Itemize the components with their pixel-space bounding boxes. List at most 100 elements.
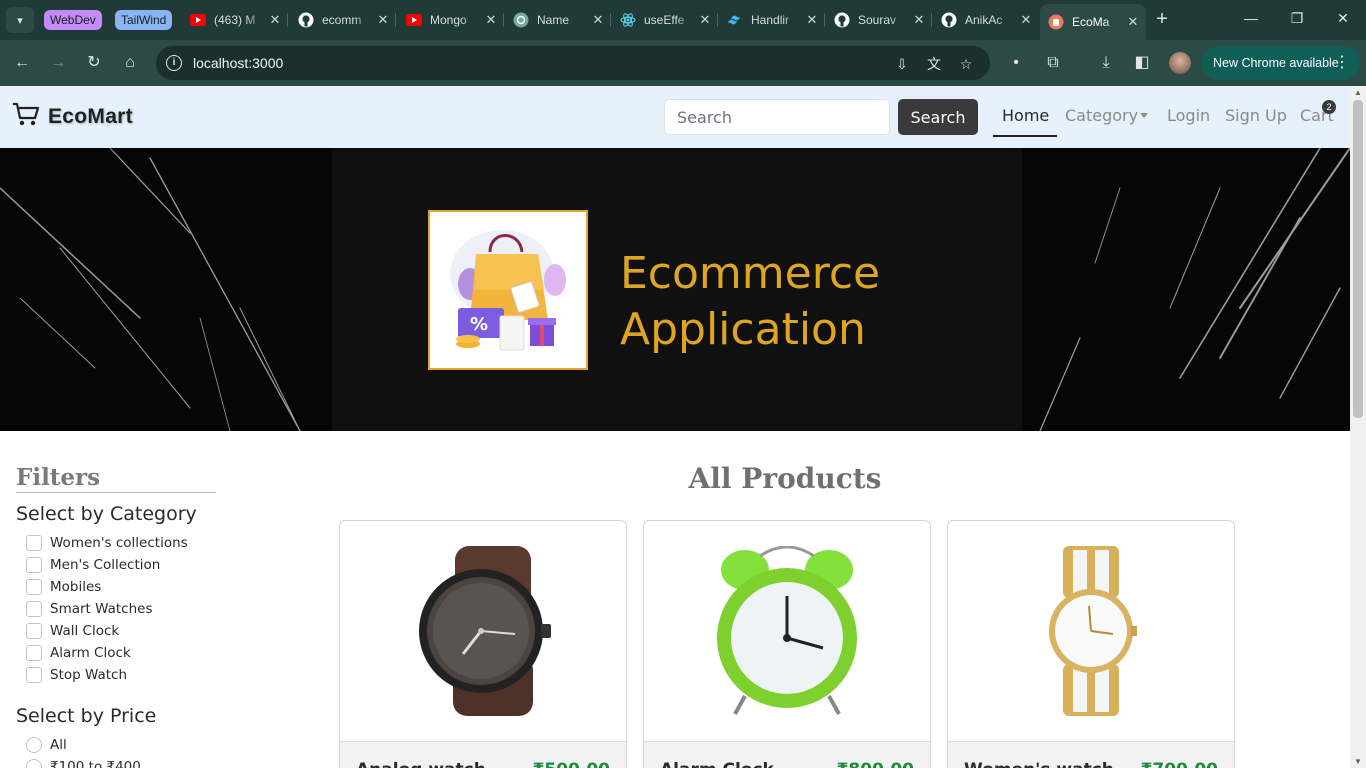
close-tab-icon[interactable]: ✕ (1124, 14, 1142, 30)
wristwatch-icon (419, 546, 551, 716)
browser-tab[interactable]: AnikAc ✕ (933, 6, 1039, 34)
site-info-icon[interactable]: i (166, 55, 182, 71)
close-tab-icon[interactable]: ✕ (1017, 12, 1035, 28)
product-image[interactable] (948, 521, 1234, 741)
home-icon[interactable]: ⌂ (118, 51, 142, 75)
price-option-100-400[interactable]: ₹100 to ₹400 (26, 759, 141, 768)
tab-group-webdev[interactable]: WebDev (44, 10, 102, 30)
checkbox[interactable] (26, 557, 42, 573)
price-option-all[interactable]: All (26, 737, 67, 753)
checkbox[interactable] (26, 579, 42, 595)
update-chrome-button[interactable]: New Chrome available ⋮ (1202, 46, 1360, 80)
browser-tab-active[interactable]: EcoMa ✕ (1040, 4, 1146, 40)
scrollbar-thumb[interactable] (1353, 100, 1363, 418)
scroll-up-arrow-icon[interactable]: ▲ (1354, 88, 1362, 97)
close-tab-icon[interactable]: ✕ (266, 12, 284, 28)
product-card[interactable]: Women's watch ₹700.00 (947, 520, 1235, 768)
browser-tab[interactable]: useEffe ✕ (612, 6, 718, 34)
product-card[interactable]: Alarm Clock ₹800.00 (643, 520, 931, 768)
category-option-label: Smart Watches (50, 601, 153, 617)
forward-arrow-icon[interactable]: → (46, 51, 70, 75)
reload-icon[interactable]: ↻ (82, 51, 106, 75)
browser-tab[interactable]: Name ✕ (505, 6, 611, 34)
close-window-button[interactable]: ✕ (1333, 10, 1353, 27)
browser-tab[interactable]: Sourav ✕ (826, 6, 932, 34)
banner-line-1: Ecommerce (620, 248, 881, 299)
category-option-label: Alarm Clock (50, 645, 131, 661)
checkbox[interactable] (26, 535, 42, 551)
close-tab-icon[interactable]: ✕ (589, 12, 607, 28)
minimize-window-button[interactable]: — (1241, 10, 1261, 26)
browser-tab[interactable]: Handlir ✕ (719, 6, 825, 34)
downloads-icon[interactable]: ⤓ (1094, 51, 1118, 75)
product-price: ₹700.00 (1141, 760, 1218, 768)
svg-text:%: % (470, 314, 488, 335)
chevron-down-icon: ▾ (17, 14, 23, 27)
banner-line-2: Application (620, 304, 866, 355)
kebab-menu-icon[interactable]: ⋮ (1334, 46, 1350, 80)
checkbox[interactable] (26, 645, 42, 661)
checkbox[interactable] (26, 667, 42, 683)
tab-title: EcoMa (1072, 15, 1110, 29)
product-card-footer: Alarm Clock ₹800.00 (644, 741, 930, 768)
category-option-label: Men's Collection (50, 557, 161, 573)
product-card-footer: Women's watch ₹700.00 (948, 741, 1234, 768)
extension-pin-icon[interactable]: • (1004, 51, 1028, 75)
category-option-mens[interactable]: Men's Collection (26, 557, 160, 573)
product-image[interactable] (644, 521, 930, 741)
category-option-mobiles[interactable]: Mobiles (26, 579, 101, 595)
category-option-wall-clock[interactable]: Wall Clock (26, 623, 119, 639)
checkbox[interactable] (26, 623, 42, 639)
translate-icon[interactable]: 文 (925, 55, 943, 73)
browser-tab[interactable]: ecomm ✕ (290, 6, 396, 34)
profile-avatar[interactable] (1169, 52, 1191, 74)
category-option-womens[interactable]: Women's collections (26, 535, 188, 551)
back-arrow-icon[interactable]: ← (10, 51, 34, 75)
category-option-smart-watches[interactable]: Smart Watches (26, 601, 153, 617)
plus-icon: + (1156, 8, 1168, 30)
close-tab-icon[interactable]: ✕ (696, 12, 714, 28)
browser-tab[interactable]: Mongo ✕ (398, 6, 504, 34)
category-option-label: Stop Watch (50, 667, 128, 683)
close-tab-icon[interactable]: ✕ (482, 12, 500, 28)
search-button[interactable]: Search (898, 99, 978, 135)
update-label: New Chrome available (1213, 56, 1339, 70)
checkbox[interactable] (26, 601, 42, 617)
product-price: ₹500.00 (533, 760, 610, 768)
browser-tab[interactable]: (463) M ✕ (182, 6, 288, 34)
nav-home-link[interactable]: Home (1002, 106, 1049, 125)
product-card[interactable]: Analog watch ₹500.00 (339, 520, 627, 768)
extensions-puzzle-icon[interactable]: ⧉ (1041, 51, 1065, 75)
page-scrollbar[interactable]: ▲ ▼ (1350, 86, 1366, 768)
bookmark-star-icon[interactable]: ☆ (957, 55, 975, 73)
new-tab-button[interactable]: + (1150, 8, 1174, 32)
tab-group-tailwind[interactable]: TailWind (115, 10, 173, 30)
product-image[interactable] (340, 521, 626, 741)
nav-category-label: Category (1065, 106, 1139, 125)
tab-title: Name (537, 13, 570, 27)
tab-title: Sourav (858, 13, 897, 27)
radio-button[interactable] (26, 759, 42, 768)
close-tab-icon[interactable]: ✕ (910, 12, 928, 28)
restore-window-button[interactable]: ❐ (1287, 10, 1307, 27)
youtube-icon (190, 12, 206, 28)
address-url[interactable]: localhost:3000 (193, 55, 283, 71)
nav-category-dropdown[interactable]: Category (1065, 106, 1149, 125)
scroll-down-arrow-icon[interactable]: ▼ (1354, 757, 1362, 766)
close-tab-icon[interactable]: ✕ (803, 12, 821, 28)
tab-search-button[interactable]: ▾ (6, 7, 34, 33)
install-app-icon[interactable]: ⇩ (893, 55, 911, 73)
nav-signup-link[interactable]: Sign Up (1225, 106, 1287, 125)
brand-link[interactable]: EcoMart (12, 101, 133, 132)
side-panel-icon[interactable]: ◧ (1130, 51, 1154, 75)
address-bar[interactable]: i localhost:3000 ⇩ 文 ☆ (156, 46, 990, 80)
category-option-alarm-clock[interactable]: Alarm Clock (26, 645, 131, 661)
radio-button[interactable] (26, 737, 42, 753)
price-option-label: All (50, 737, 67, 753)
close-tab-icon[interactable]: ✕ (374, 12, 392, 28)
page-viewport: EcoMart Search Home Category Login Sign … (0, 86, 1350, 768)
nav-login-link[interactable]: Login (1167, 106, 1210, 125)
category-option-stop-watch[interactable]: Stop Watch (26, 667, 127, 683)
caret-down-icon (1140, 112, 1149, 118)
search-input[interactable] (664, 99, 890, 135)
